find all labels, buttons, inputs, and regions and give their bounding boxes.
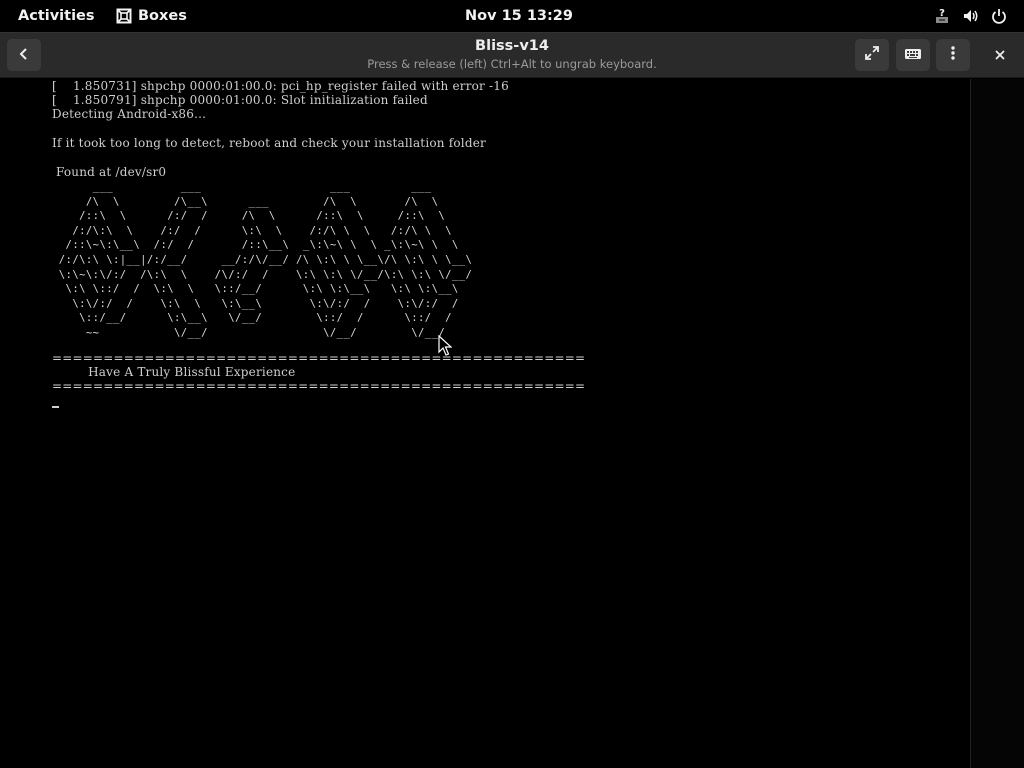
- mouse-pointer-icon: [438, 334, 453, 361]
- console-line: [ 1.850731] shpchp 0000:01:00.0: pci_hp_…: [52, 79, 509, 93]
- console-line: Found at /dev/sr0: [52, 165, 167, 179]
- welcome-message: Have A Truly Blissful Experience: [52, 365, 296, 379]
- boxes-app-icon: [116, 8, 132, 24]
- keyboard-icon: [904, 46, 922, 65]
- console-line: If it took too long to detect, reboot an…: [52, 136, 486, 150]
- keyboard-button[interactable]: [896, 39, 930, 71]
- menu-button[interactable]: [936, 39, 970, 71]
- close-button[interactable]: [983, 39, 1017, 71]
- app-menu-button[interactable]: Boxes: [116, 0, 187, 32]
- title-area: Bliss-v14 Press & release (left) Ctrl+Al…: [312, 36, 712, 72]
- fullscreen-button[interactable]: [855, 39, 889, 71]
- menu-dots-icon: [950, 45, 956, 65]
- fullscreen-icon: [864, 45, 880, 65]
- app-menu-label: Boxes: [138, 8, 187, 24]
- activities-button[interactable]: Activities: [18, 0, 95, 32]
- page-title: Bliss-v14: [475, 38, 549, 54]
- text-cursor: [52, 406, 59, 408]
- back-button[interactable]: [7, 39, 41, 71]
- console-line: [ 1.850791] shpchp 0000:01:00.0: Slot in…: [52, 93, 428, 107]
- vm-console[interactable]: [ 1.850731] shpchp 0000:01:00.0: pci_hp_…: [0, 79, 970, 768]
- power-icon[interactable]: [989, 6, 1009, 26]
- bliss-ascii-logo: ___ ___ ___ ___ /\ \ /\__\ ___ /\ \ /\ \…: [58, 181, 473, 339]
- console-line: Detecting Android-x86...: [52, 107, 207, 121]
- ungrab-hint: Press & release (left) Ctrl+Alt to ungra…: [367, 57, 657, 71]
- separator-line: ========================================…: [52, 379, 586, 393]
- clock[interactable]: Nov 15 13:29: [465, 0, 573, 32]
- header-bar: Bliss-v14 Press & release (left) Ctrl+Al…: [0, 32, 1024, 78]
- network-unknown-icon[interactable]: ?: [932, 6, 952, 26]
- svg-text:?: ?: [939, 8, 945, 19]
- close-icon: [994, 46, 1006, 65]
- separator-line: ========================================…: [52, 351, 586, 365]
- back-icon: [17, 46, 31, 65]
- volume-icon[interactable]: [961, 6, 981, 26]
- console-margin: [970, 79, 1024, 768]
- top-bar: Activities Boxes Nov 15 13:29 ?: [0, 0, 1024, 32]
